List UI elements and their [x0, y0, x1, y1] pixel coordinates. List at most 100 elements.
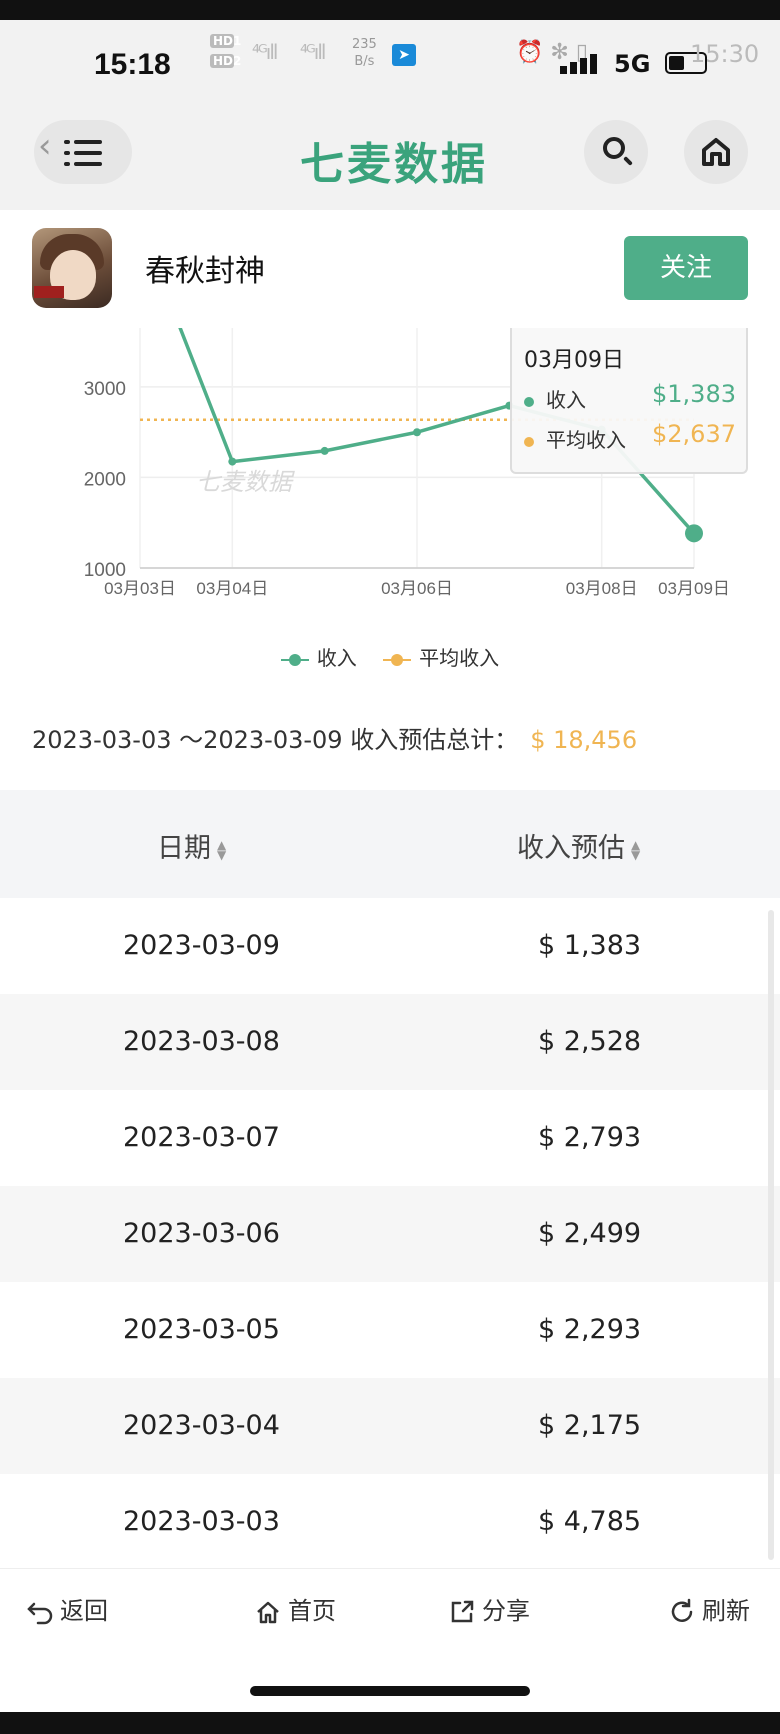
nav-back[interactable]: 返回 [26, 1591, 108, 1626]
sort-icon: ▲ ▼ [217, 837, 227, 862]
tooltip-income-label: 收入 [546, 388, 586, 412]
nav-refresh-label: 刷新 [702, 1597, 750, 1625]
nav-home-label: 首页 [288, 1597, 336, 1625]
legend-avg[interactable]: 平均收入 [383, 642, 499, 671]
x-tick-label: 03月03日 [104, 579, 176, 598]
table-row: 2023-03-05 $ 2,293 [0, 1282, 780, 1378]
search-icon [603, 137, 625, 159]
legend-avg-marker-icon [383, 653, 412, 666]
chevron-left-icon: ‹ [38, 126, 52, 166]
nav-share[interactable]: 分享 [448, 1591, 530, 1626]
income-dot-icon [524, 396, 534, 407]
home-icon [257, 1601, 279, 1624]
speed-unit: B/s [354, 54, 375, 69]
table-scrollbar[interactable] [768, 910, 774, 1560]
revenue-chart[interactable]: 1000 2000 3000 03月03日 03月04日 03月06日 03月08日 03月0… [0, 328, 780, 700]
income-point [413, 428, 421, 437]
chart-watermark: 七麦数据 [196, 468, 295, 496]
table-row: 2023-03-09 $ 1,383 [0, 898, 780, 994]
tooltip-avg-label: 平均收入 [546, 428, 626, 452]
status-time: 15:18 [94, 48, 171, 81]
chart-tooltip: 03月09日 收入 $1,383 平均收入 $2,637 [510, 328, 748, 474]
table-body: 2023-03-09 $ 1,383 2023-03-08 $ 2,528 20… [0, 898, 780, 1570]
row-date: 2023-03-05 [123, 1314, 280, 1345]
nav-back-label: 返回 [60, 1597, 108, 1625]
search-button[interactable] [584, 120, 648, 184]
screen: 15:18 HD1 HD2 ⁴ᴳıll ⁴ᴳıll 235 B/s ➤ ⏰ ✻ ▯… [0, 0, 780, 1734]
menu-button[interactable]: ‹ [34, 120, 132, 184]
bottom-bezel [0, 1712, 780, 1734]
bottom-nav: 返回 首页 分享 刷新 [0, 1568, 780, 1650]
table-header: 日期 ▲ ▼ 收入预估 ▲ ▼ [0, 790, 780, 898]
back-arrow-icon [27, 1602, 53, 1625]
tooltip-income-row: 收入 [524, 384, 586, 413]
app-header: ‹ 七麦数据 [0, 120, 780, 210]
table-row: 2023-03-04 $ 2,175 [0, 1378, 780, 1474]
x-tick-label: 03月04日 [196, 579, 268, 598]
column-income[interactable]: 收入预估 ▲ ▼ [517, 826, 640, 865]
share-icon [451, 1600, 474, 1623]
refresh-icon [671, 1598, 693, 1622]
y-tick-label: 1000 [84, 560, 126, 581]
y-tick-label: 2000 [84, 469, 126, 490]
row-income: $ 1,383 [538, 930, 642, 961]
column-income-label: 收入预估 [517, 833, 625, 864]
summary-total: $ 18,456 [530, 726, 638, 754]
app-notification-icon: ➤ [392, 44, 416, 66]
status-bar: 15:18 HD1 HD2 ⁴ᴳıll ⁴ᴳıll 235 B/s ➤ ⏰ ✻ ▯… [0, 20, 780, 120]
nav-refresh[interactable]: 刷新 [668, 1591, 750, 1626]
y-tick-label: 3000 [84, 379, 126, 400]
row-income: $ 2,499 [538, 1218, 642, 1249]
nav-home[interactable]: 首页 [254, 1591, 336, 1626]
home-button[interactable] [684, 120, 748, 184]
row-date: 2023-03-09 [123, 930, 280, 961]
row-income: $ 2,293 [538, 1314, 642, 1345]
table-row: 2023-03-08 $ 2,528 [0, 994, 780, 1090]
row-income: $ 2,793 [538, 1122, 642, 1153]
revenue-total-summary: 2023-03-03 ～2023-03-09 收入预估总计： $ 18,456 [32, 720, 637, 755]
home-indicator[interactable] [250, 1686, 530, 1696]
x-tick-label: 03月09日 [658, 579, 730, 598]
x-tick-label: 03月08日 [566, 579, 638, 598]
cell-bars-icon [560, 52, 606, 74]
top-bezel [0, 0, 780, 20]
tooltip-avg-value: $2,637 [652, 420, 736, 448]
table-row: 2023-03-07 $ 2,793 [0, 1090, 780, 1186]
nav-share-label: 分享 [482, 1597, 530, 1625]
menu-icon [64, 140, 102, 166]
tooltip-date: 03月09日 [524, 348, 624, 373]
row-date: 2023-03-04 [123, 1410, 280, 1441]
summary-range: 2023-03-03 ～2023-03-09 收入预估总计： [32, 726, 519, 754]
income-point [320, 446, 329, 455]
tooltip-avg-row: 平均收入 [524, 424, 626, 453]
chart-legend: 收入 平均收入 [0, 642, 780, 671]
row-date: 2023-03-03 [123, 1506, 280, 1537]
network-type: 5G [614, 50, 651, 78]
network-speed: 235 B/s [352, 36, 377, 70]
table-row: 2023-03-03 $ 4,785 [0, 1474, 780, 1570]
row-date: 2023-03-08 [123, 1026, 280, 1057]
row-income: $ 2,528 [538, 1026, 642, 1057]
tooltip-income-value: $1,383 [652, 380, 736, 408]
status-time-secondary: 15:30 [690, 40, 760, 68]
income-point-selected [685, 524, 703, 543]
signal-icon: ⁴ᴳıll [252, 40, 278, 64]
app-name: 春秋封神 [145, 254, 265, 289]
follow-button[interactable]: 关注 [624, 236, 748, 300]
column-date-label: 日期 [157, 833, 211, 864]
app-icon[interactable] [32, 228, 112, 308]
column-date[interactable]: 日期 ▲ ▼ [157, 826, 226, 865]
legend-income-marker-icon [280, 653, 309, 666]
home-icon [702, 138, 730, 166]
row-date: 2023-03-06 [123, 1218, 280, 1249]
table-row: 2023-03-06 $ 2,499 [0, 1186, 780, 1282]
x-tick-label: 03月06日 [381, 579, 453, 598]
brand-logo: 七麦数据 [300, 139, 488, 190]
avg-dot-icon [524, 436, 534, 447]
app-info-row: 春秋封神 关注 [0, 210, 780, 328]
row-income: $ 4,785 [538, 1506, 642, 1537]
legend-income[interactable]: 收入 [280, 642, 357, 671]
sort-icon: ▲ ▼ [631, 837, 641, 862]
speed-value: 235 [352, 37, 377, 52]
legend-income-label: 收入 [316, 646, 357, 670]
